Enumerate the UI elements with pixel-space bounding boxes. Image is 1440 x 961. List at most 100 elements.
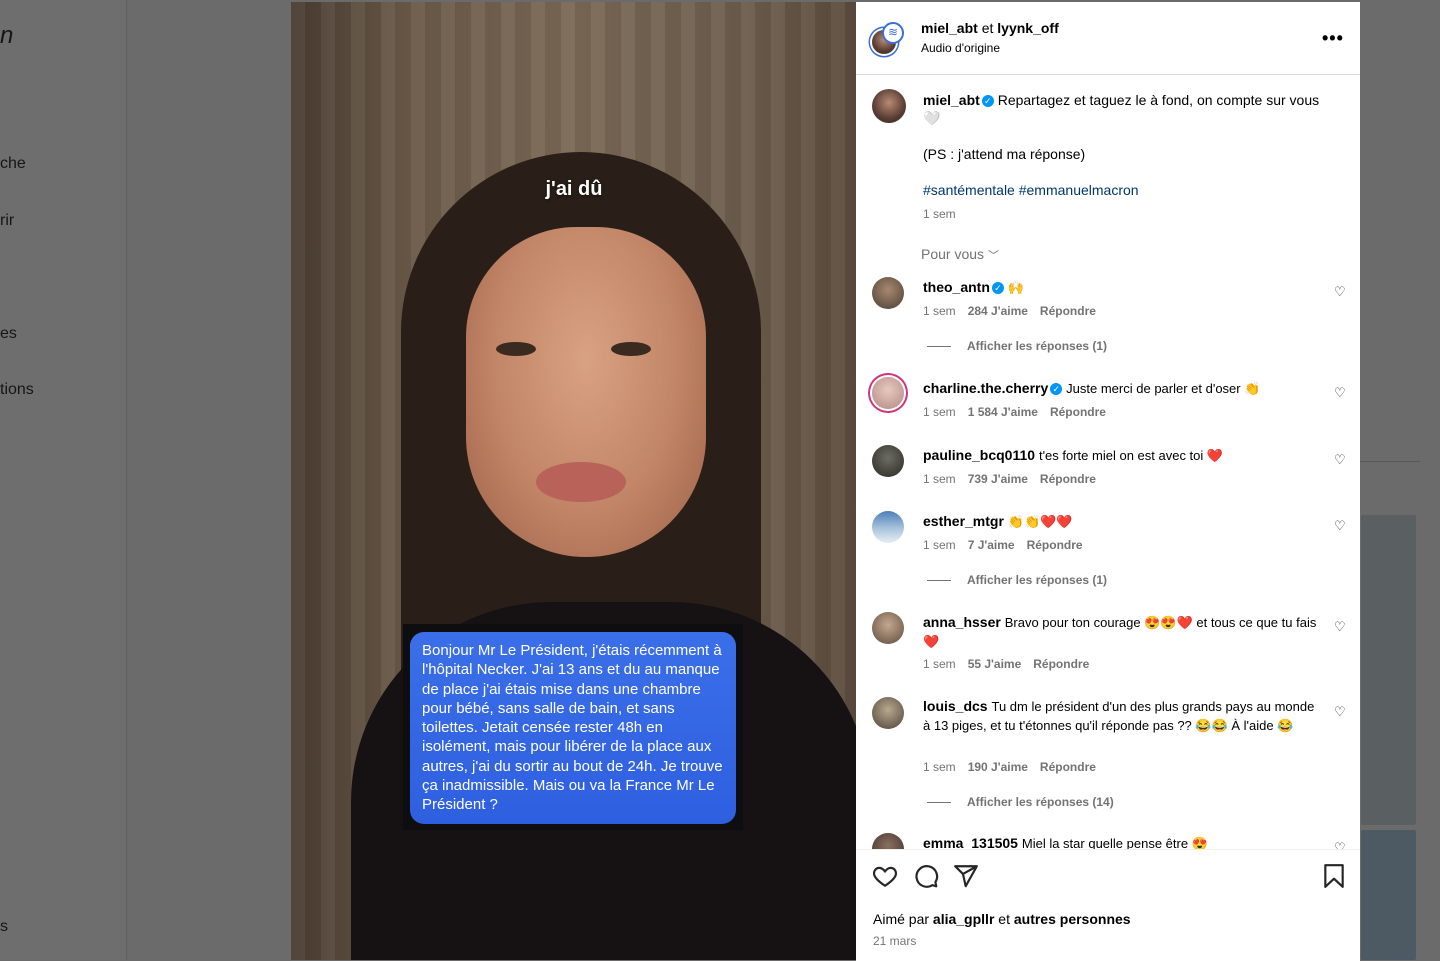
comment-meta: 1 sem 739 J'aime Répondre <box>923 472 1108 486</box>
verified-icon: ✓ <box>1050 383 1063 395</box>
comment-user-link[interactable]: pauline_bcq0110 <box>923 447 1035 463</box>
video-person-eye <box>496 342 536 356</box>
comment-user-link[interactable]: charline.the.cherry <box>923 380 1048 396</box>
action-bar: Aimé par alia_gpllr et autres personnes … <box>856 849 1360 961</box>
comment-time: 1 sem <box>923 304 956 318</box>
background-nav-item-messages: es <box>0 325 17 342</box>
comment-user-link[interactable]: louis_dcs <box>923 698 988 714</box>
share-send-icon[interactable] <box>953 863 979 889</box>
caption-avatar[interactable] <box>872 89 906 123</box>
liked-by-mid: et <box>994 911 1014 927</box>
view-replies-button[interactable]: Afficher les réponses (1) <box>927 339 1107 353</box>
background-nav-item-notifications: tions <box>0 381 34 398</box>
like-comment-heart-icon[interactable]: ♡ <box>1334 453 1346 466</box>
comment-likes[interactable]: 7 J'aime <box>968 538 1015 552</box>
verified-icon: ✓ <box>991 282 1004 294</box>
divider <box>927 346 951 348</box>
comment-avatar[interactable] <box>872 697 904 729</box>
comment-avatar[interactable] <box>872 277 904 309</box>
background-nav-item-more: s <box>0 918 8 935</box>
comment-text: theo_antn ✓ 🙌 <box>923 278 1318 297</box>
video-caption-overlay: j'ai dû <box>545 178 603 200</box>
liked-by: Aimé par alia_gpllr et autres personnes <box>873 911 1131 927</box>
comments-section[interactable]: miel_abt ✓ Repartagez et taguez le à fond… <box>856 75 1360 849</box>
wave-icon: ≋ <box>888 25 899 39</box>
comment-likes[interactable]: 190 J'aime <box>968 760 1028 774</box>
liked-by-prefix: Aimé par <box>873 911 933 927</box>
like-comment-heart-icon[interactable]: ♡ <box>1334 620 1346 633</box>
header-conjunction: et <box>977 20 998 36</box>
comment-user-link[interactable]: emma_131505 <box>923 835 1018 849</box>
comment-likes[interactable]: 55 J'aime <box>968 657 1022 671</box>
comment-meta: 1 sem 284 J'aime Répondre <box>923 304 1108 318</box>
background-thumbnail <box>1361 830 1416 960</box>
post-date: 21 mars <box>873 934 917 948</box>
caption-time: 1 sem <box>923 207 956 221</box>
message-bubble: Bonjour Mr Le Président, j'étais récemme… <box>410 632 736 824</box>
comment-likes[interactable]: 284 J'aime <box>968 304 1028 318</box>
like-comment-heart-icon[interactable]: ♡ <box>1334 285 1346 298</box>
comment-user-link[interactable]: theo_antn <box>923 279 990 295</box>
header-user2-link[interactable]: lyynk_off <box>997 20 1058 36</box>
comment-text: pauline_bcq0110 t'es forte miel on est a… <box>923 446 1318 465</box>
comment-avatar[interactable] <box>872 511 904 543</box>
reply-button[interactable]: Répondre <box>1027 538 1083 552</box>
comment-avatar[interactable] <box>872 833 904 849</box>
reel-video[interactable]: j'ai dû Bonjour Mr Le Président, j'étais… <box>291 2 857 960</box>
background-divider <box>1360 461 1420 462</box>
comment-body: 🙌 <box>1007 280 1024 295</box>
comment-likes[interactable]: 739 J'aime <box>968 472 1028 486</box>
reply-button[interactable]: Répondre <box>1033 657 1089 671</box>
comment-avatar[interactable] <box>872 612 904 644</box>
chevron-down-icon: ﹀ <box>987 250 999 262</box>
comment-text: esther_mtgr 👏👏❤️❤️ <box>923 512 1318 531</box>
view-replies-label: Afficher les réponses (1) <box>967 339 1108 353</box>
header-authors: miel_abt et lyynk_off <box>921 20 1059 36</box>
caption-text: miel_abt ✓ Repartagez et taguez le à fond… <box>923 91 1323 127</box>
like-comment-heart-icon[interactable]: ♡ <box>1334 519 1346 532</box>
post-panel: ≋ miel_abt et lyynk_off Audio d'origine … <box>856 2 1360 961</box>
view-replies-label: Afficher les réponses (1) <box>967 573 1108 587</box>
comment-likes[interactable]: 1 584 J'aime <box>968 405 1038 419</box>
save-bookmark-icon[interactable] <box>1321 863 1347 889</box>
comment-meta: 1 sem 190 J'aime Répondre <box>923 760 1108 774</box>
comment-text: louis_dcs Tu dm le président d'un des pl… <box>923 697 1318 735</box>
header-user1-link[interactable]: miel_abt <box>921 20 978 36</box>
collab-avatar[interactable]: ≋ <box>882 22 904 44</box>
audio-link[interactable]: Audio d'origine <box>921 41 1000 55</box>
sort-dropdown[interactable]: Pour vous ﹀ <box>921 246 999 263</box>
divider <box>927 580 951 582</box>
like-heart-icon[interactable] <box>872 863 898 889</box>
comment-time: 1 sem <box>923 538 956 552</box>
comment-text: anna_hsser Bravo pour ton courage 😍😍❤️ e… <box>923 613 1318 651</box>
reply-button[interactable]: Répondre <box>1040 304 1096 318</box>
caption-user-link[interactable]: miel_abt <box>923 92 980 108</box>
comment-user-link[interactable]: anna_hsser <box>923 614 1001 630</box>
background-logo: n <box>0 22 14 49</box>
liked-by-user-link[interactable]: alia_gpllr <box>933 911 994 927</box>
liked-by-others-link[interactable]: autres personnes <box>1014 911 1131 927</box>
background-nav-item-search: che <box>0 155 26 172</box>
sort-label: Pour vous <box>921 246 985 262</box>
comment-user-link[interactable]: esther_mtgr <box>923 513 1004 529</box>
more-options-icon[interactable]: ••• <box>1322 28 1344 49</box>
video-person-face <box>466 227 706 557</box>
comment-meta: 1 sem 1 584 J'aime Répondre <box>923 405 1118 419</box>
view-replies-button[interactable]: Afficher les réponses (14) <box>927 795 1114 809</box>
like-comment-heart-icon[interactable]: ♡ <box>1334 386 1346 399</box>
like-comment-heart-icon[interactable]: ♡ <box>1334 705 1346 718</box>
view-replies-button[interactable]: Afficher les réponses (1) <box>927 573 1107 587</box>
comment-body: 👏👏❤️❤️ <box>1007 514 1073 529</box>
reply-button[interactable]: Répondre <box>1040 472 1096 486</box>
video-person-eye <box>611 342 651 356</box>
comment-avatar[interactable] <box>872 377 904 409</box>
background-thumbnail <box>1361 515 1416 825</box>
post-header: ≋ miel_abt et lyynk_off Audio d'origine … <box>856 2 1360 75</box>
like-comment-heart-icon[interactable]: ♡ <box>1334 841 1346 849</box>
comment-avatar[interactable] <box>872 445 904 477</box>
reply-button[interactable]: Répondre <box>1040 760 1096 774</box>
view-replies-label: Afficher les réponses (14) <box>967 795 1114 809</box>
caption-hashtags[interactable]: #santémentale #emmanuelmacron <box>923 181 1318 199</box>
comment-bubble-icon[interactable] <box>913 863 939 889</box>
reply-button[interactable]: Répondre <box>1050 405 1106 419</box>
